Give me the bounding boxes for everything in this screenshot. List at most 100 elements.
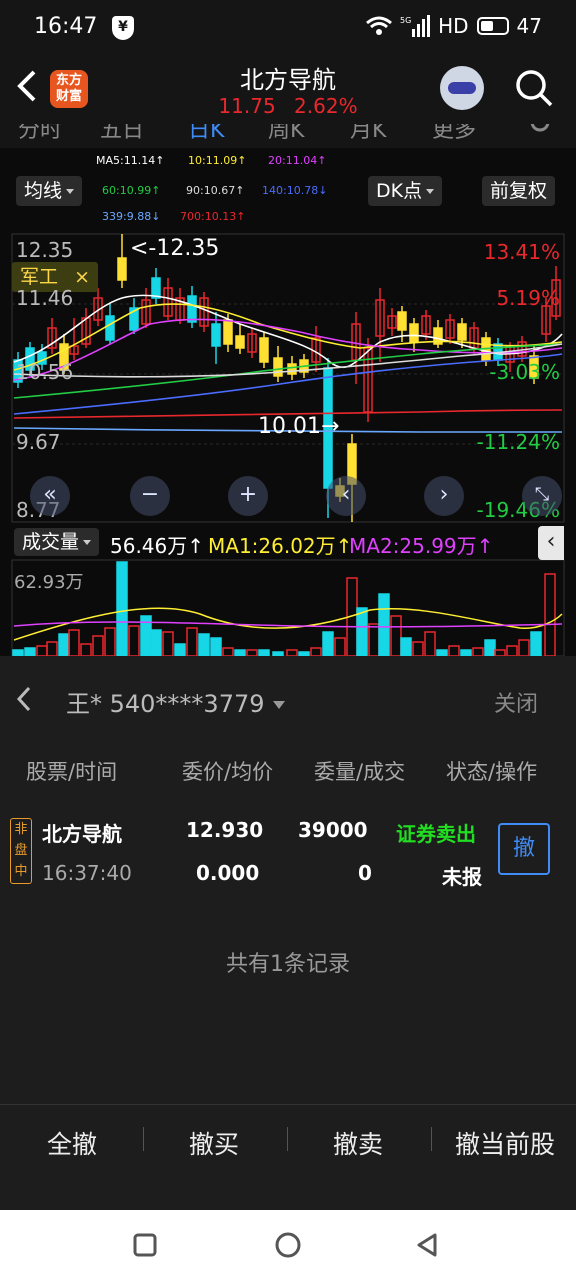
account-selector[interactable]: 王* 540****3779 — [66, 684, 285, 719]
candle-body — [151, 277, 161, 299]
assistant-robot-icon[interactable] — [440, 66, 484, 110]
volume-panel-frame — [11, 559, 565, 656]
stock-name: 北方导航 — [240, 66, 336, 94]
zoom-out-icon[interactable]: − — [130, 476, 170, 516]
sector-tag-label: 军工 — [20, 266, 59, 288]
volume-bar — [150, 629, 162, 656]
cancel-current-stock-button[interactable]: 撤当前股 — [440, 1125, 570, 1161]
scroll-left-icon[interactable]: ‹ — [326, 476, 366, 516]
kline-chart-area[interactable]: MA5:11.14↑ 10:11.09↑ 20:11.04↑ 60:10.99↑ 90:… — [0, 148, 576, 656]
settings-gear-icon[interactable] — [526, 124, 554, 136]
collapse-panel-icon[interactable]: ‹ — [538, 526, 564, 560]
column-header-price: 委价/均价 — [182, 760, 274, 784]
tab-daily-k[interactable]: 日K — [188, 124, 224, 144]
order-avg-price: 0.000 — [196, 861, 260, 885]
volume-bar — [412, 641, 424, 656]
stock-price: 11.75 — [218, 94, 276, 118]
candle-body — [235, 335, 245, 349]
volume-bar — [128, 625, 140, 656]
y-axis-label-left: 10.56 — [16, 360, 74, 384]
volume-bar — [322, 631, 334, 656]
low-price-marker: 10.01→ — [258, 414, 340, 439]
candle-body — [273, 357, 283, 377]
volume-bar — [356, 607, 368, 656]
volume-bar — [24, 647, 36, 656]
volume-bar — [472, 647, 484, 656]
volume-bar — [36, 645, 48, 656]
status-indicators: 5G HD 47 — [366, 14, 542, 38]
badge-char: 中 — [14, 864, 28, 879]
candle-body — [287, 363, 297, 375]
volume-bar — [58, 633, 70, 656]
network-type: 5G — [400, 16, 411, 25]
stock-header: 东方 财富 北方导航 11.75 2.62% — [0, 56, 576, 124]
column-header-stock-time: 股票/时间 — [26, 760, 118, 784]
back-triangle-icon[interactable] — [414, 1232, 440, 1258]
tab-five-day[interactable]: 五日 — [100, 124, 144, 144]
y-axis-label-right: 13.41% — [483, 240, 560, 264]
candle-body — [105, 315, 115, 341]
tab-weekly-k[interactable]: 周K — [268, 124, 304, 144]
candle-body — [223, 319, 233, 345]
tab-more[interactable]: 更多 — [432, 124, 476, 144]
search-icon[interactable] — [514, 68, 554, 108]
divider — [431, 1127, 432, 1151]
kline-svg — [11, 233, 565, 656]
volume-bar — [310, 647, 322, 656]
status-time: 16:47 — [34, 14, 98, 39]
volume-bar — [448, 645, 460, 656]
cancel-sell-button[interactable]: 撤卖 — [306, 1125, 410, 1161]
cancel-order-button[interactable]: 撤 — [498, 823, 550, 875]
chevron-down-icon — [272, 701, 285, 709]
volume-ma1: MA1:26.02万↑ — [208, 534, 353, 558]
home-icon[interactable] — [274, 1231, 302, 1259]
back-arrow-icon[interactable] — [14, 684, 34, 714]
volume-bar — [518, 639, 530, 656]
stock-change-percent: 2.62% — [294, 94, 358, 118]
hd-indicator: HD — [438, 14, 469, 38]
order-status: 未报 — [442, 865, 482, 889]
volume-bar — [400, 637, 412, 656]
scroll-right-icon[interactable]: › — [424, 476, 464, 516]
order-stock-name: 北方导航 — [42, 822, 122, 846]
battery-level: 47 — [516, 14, 542, 38]
cancel-all-button[interactable]: 全撤 — [20, 1125, 124, 1161]
volume-bar — [222, 647, 234, 656]
system-nav-bar — [0, 1210, 576, 1280]
tab-monthly-k[interactable]: 月K — [350, 124, 386, 144]
recent-apps-icon[interactable] — [132, 1232, 158, 1258]
moving-average-line — [13, 353, 563, 415]
tab-intraday[interactable]: 分时 — [18, 124, 62, 144]
badge-char: 非 — [14, 822, 28, 837]
y-axis-label-right: -11.24% — [476, 430, 560, 454]
candle-body — [409, 323, 419, 343]
volume-bar — [424, 631, 436, 656]
volume-bar — [68, 629, 80, 656]
cancel-buy-button[interactable]: 撤买 — [162, 1125, 266, 1161]
volume-ma1-line — [13, 607, 563, 641]
fullscreen-icon[interactable]: ⤡ — [522, 476, 562, 516]
high-price-marker: <-12.35 — [130, 236, 220, 261]
orders-sheet: 王* 540****3779 关闭 股票/时间 委价/均价 委量/成交 状态/操… — [0, 656, 576, 1210]
volume-indicator-button[interactable]: 成交量 — [14, 528, 100, 556]
volume-ma2: MA2:25.99万↑ — [349, 534, 494, 558]
battery-icon — [476, 17, 509, 35]
candle-body — [397, 311, 407, 331]
volume-bar — [506, 645, 518, 656]
divider — [143, 1127, 144, 1151]
zoom-in-icon[interactable]: + — [228, 476, 268, 516]
volume-bar — [530, 631, 542, 656]
volume-bar — [544, 573, 556, 656]
y-axis-label-right: -3.03% — [489, 360, 560, 384]
volume-bar — [116, 561, 128, 656]
volume-value: 56.46万↑ — [110, 534, 205, 558]
close-button[interactable]: 关闭 — [494, 686, 538, 718]
volume-bar — [80, 643, 92, 656]
chevron-down-icon — [83, 540, 92, 545]
close-icon[interactable]: × — [74, 266, 90, 288]
column-header-status: 状态/操作 — [446, 760, 538, 784]
records-count: 共有1条记录 — [226, 952, 350, 977]
volume-bar — [390, 615, 402, 656]
rewind-icon[interactable]: « — [30, 476, 70, 516]
chart-period-tabs: 分时 五日 日K 周K 月K 更多 — [0, 124, 576, 148]
